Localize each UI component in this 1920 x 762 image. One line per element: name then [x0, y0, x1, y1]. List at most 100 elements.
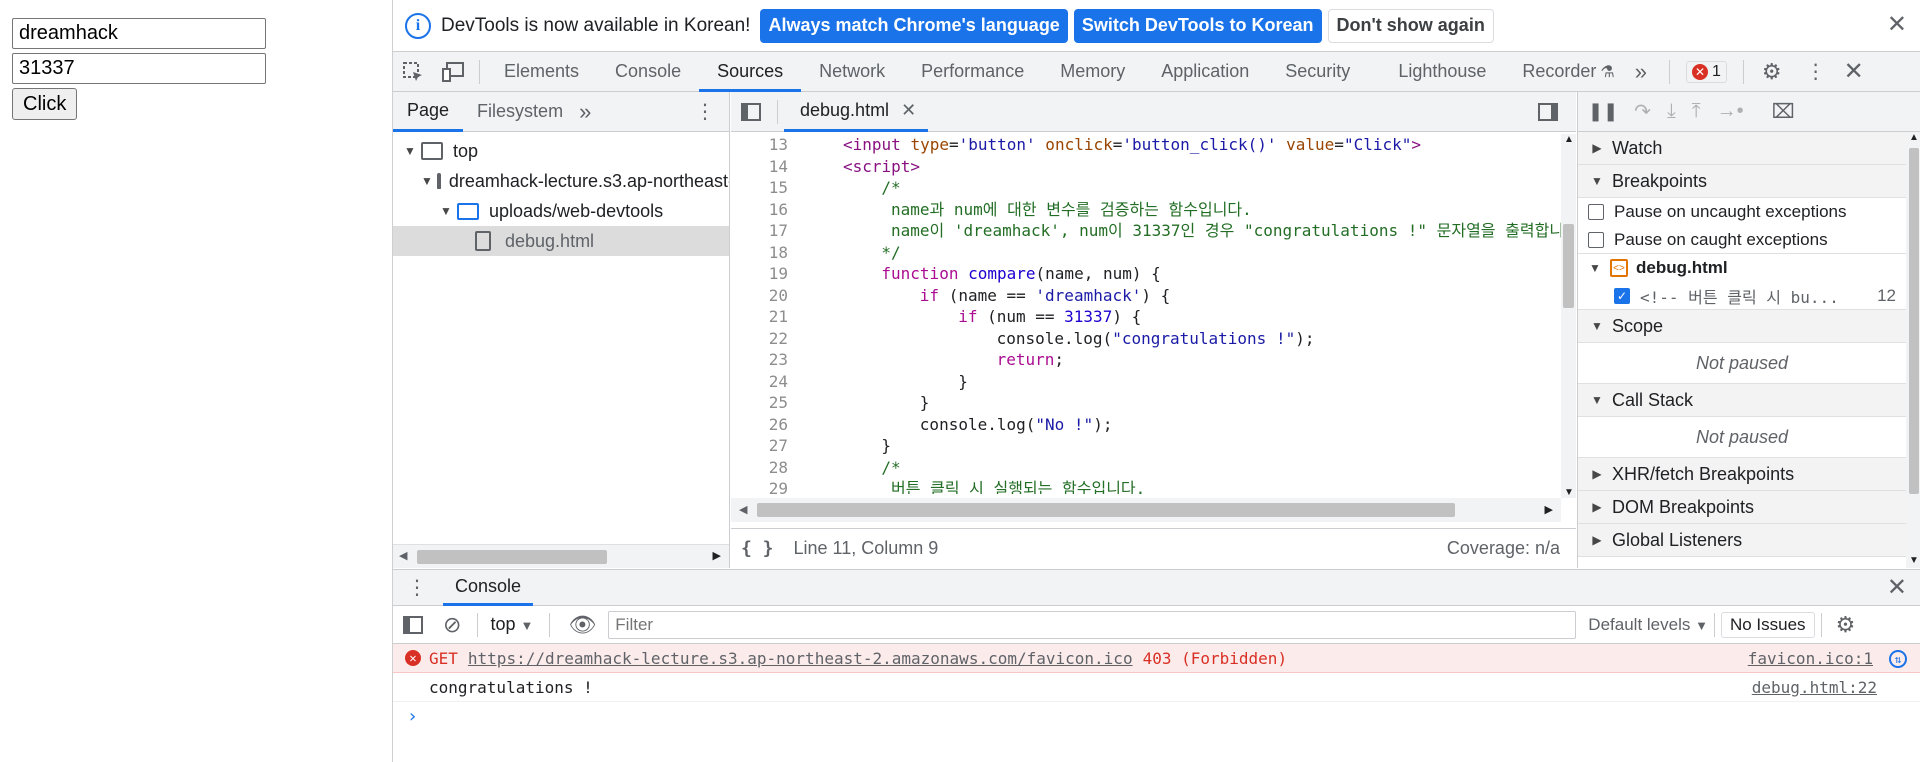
section-global-listeners[interactable]: ▶ Global Listeners [1578, 524, 1906, 557]
error-count-badge[interactable]: ✕ 1 [1686, 60, 1727, 83]
line-number[interactable]: 16 [731, 199, 788, 221]
line-number[interactable]: 19 [731, 263, 788, 285]
log-levels-dropdown[interactable]: Default levels ▼ [1588, 615, 1708, 635]
checkbox[interactable] [1588, 204, 1604, 220]
close-tab-icon[interactable]: ✕ [901, 100, 916, 121]
editor-v-scrollbar[interactable]: ▲ ▼ [1561, 134, 1576, 498]
breakpoint-item[interactable]: ✓ <!-- 버튼 클릭 시 bu... 12 [1578, 282, 1906, 310]
code-line[interactable]: function compare(name, num) { [843, 263, 1160, 285]
device-toolbar-icon[interactable] [433, 52, 473, 92]
step-over-icon[interactable]: ↷ [1634, 99, 1651, 124]
scroll-right-icon[interactable]: ▶ [713, 549, 721, 562]
deactivate-breakpoints-icon[interactable]: ⌧ [1772, 99, 1795, 124]
line-number[interactable]: 27 [731, 435, 788, 457]
infobar-close-icon[interactable]: ✕ [1887, 13, 1907, 37]
scrollbar-thumb[interactable] [1909, 148, 1919, 494]
console-settings-gear-icon[interactable]: ⚙ [1836, 612, 1856, 638]
scroll-up-icon[interactable]: ▲ [1564, 134, 1574, 145]
navigator-menu-icon[interactable]: ⋮ [695, 99, 715, 124]
drawer-menu-icon[interactable]: ⋮ [407, 575, 427, 600]
drawer-close-icon[interactable]: ✕ [1887, 575, 1907, 600]
scrollbar-thumb[interactable] [417, 550, 607, 564]
code-line[interactable]: console.log("No !"); [843, 414, 1113, 436]
code-line[interactable]: console.log("congratulations !"); [843, 328, 1315, 350]
code-line[interactable]: <input type='button' onclick='button_cli… [843, 134, 1421, 156]
click-button[interactable]: Click [12, 88, 78, 120]
section-watch[interactable]: ▶ Watch [1578, 132, 1906, 165]
section-dom-breakpoints[interactable]: ▶ DOM Breakpoints [1578, 491, 1906, 524]
switch-korean-button[interactable]: Switch DevTools to Korean [1073, 8, 1322, 43]
kebab-menu-icon[interactable]: ⋮ [1806, 59, 1826, 84]
toggle-debugger-icon[interactable] [1528, 92, 1568, 132]
more-nav-tabs-icon[interactable]: » [579, 99, 591, 125]
log-source-link[interactable]: debug.html:22 [1752, 678, 1877, 697]
tab-lighthouse[interactable]: Lighthouse [1368, 52, 1504, 92]
line-number[interactable]: 20 [731, 285, 788, 307]
section-scope[interactable]: ▼ Scope [1578, 310, 1906, 343]
console-prompt[interactable]: › [393, 702, 1920, 731]
tab-network[interactable]: Network [801, 52, 903, 92]
line-number[interactable]: 25 [731, 392, 788, 414]
line-number[interactable]: 28 [731, 457, 788, 479]
section-call-stack[interactable]: ▼ Call Stack [1578, 384, 1906, 417]
pretty-print-icon[interactable]: { } [741, 538, 774, 559]
step-into-icon[interactable]: ⤓ [1667, 100, 1676, 123]
console-filter-input[interactable] [608, 610, 1577, 639]
line-number[interactable]: 26 [731, 414, 788, 436]
editor-h-scrollbar[interactable]: ◀ ▶ [731, 498, 1561, 522]
name-input[interactable] [12, 18, 266, 49]
code-line[interactable]: /* [843, 177, 900, 199]
code-line[interactable]: <script> [843, 156, 920, 178]
scroll-left-icon[interactable]: ◀ [739, 503, 747, 516]
line-number[interactable]: 23 [731, 349, 788, 371]
tree-item-file[interactable]: debug.html [393, 226, 729, 256]
issues-button[interactable]: No Issues [1720, 611, 1815, 638]
line-number[interactable]: 15 [731, 177, 788, 199]
line-number[interactable]: 29 [731, 478, 788, 494]
code-line[interactable]: return; [843, 349, 1064, 371]
tab-security[interactable]: Security [1267, 52, 1368, 92]
code-line[interactable]: if (num == 31337) { [843, 306, 1141, 328]
breakpoint-file[interactable]: ▼ <> debug.html [1578, 254, 1906, 282]
scrollbar-thumb[interactable] [1563, 224, 1574, 308]
tab-console[interactable]: Console [597, 52, 699, 92]
editor-tab-debug-html[interactable]: debug.html ✕ [784, 92, 929, 132]
tab-performance[interactable]: Performance [903, 52, 1042, 92]
code-line[interactable]: } [843, 435, 891, 457]
pause-uncaught-option[interactable]: Pause on uncaught exceptions [1578, 198, 1906, 226]
line-number[interactable]: 18 [731, 242, 788, 264]
clear-console-icon[interactable]: ⊘ [443, 612, 461, 638]
pause-caught-option[interactable]: Pause on caught exceptions [1578, 226, 1906, 254]
tab-memory[interactable]: Memory [1042, 52, 1143, 92]
devtools-close-icon[interactable]: ✕ [1844, 59, 1864, 84]
code-line[interactable]: /* [843, 457, 900, 479]
code-line[interactable]: */ [843, 242, 900, 264]
scroll-right-icon[interactable]: ▶ [1545, 503, 1553, 516]
settings-gear-icon[interactable]: ⚙ [1762, 59, 1782, 85]
scroll-up-icon[interactable]: ▲ [1909, 132, 1919, 143]
line-number[interactable]: 17 [731, 220, 788, 242]
section-xhr-breakpoints[interactable]: ▶ XHR/fetch Breakpoints [1578, 458, 1906, 491]
nav-tab-filesystem[interactable]: Filesystem [463, 92, 577, 132]
section-breakpoints[interactable]: ▼ Breakpoints [1578, 165, 1906, 198]
pause-resume-icon[interactable]: ❚❚ [1588, 101, 1618, 122]
more-tabs-icon[interactable]: » [1635, 59, 1647, 85]
inspect-element-icon[interactable] [393, 52, 433, 92]
line-number[interactable]: 14 [731, 156, 788, 178]
console-sidebar-icon[interactable] [393, 605, 433, 645]
line-number[interactable]: 21 [731, 306, 788, 328]
live-expression-eye-icon[interactable]: 👁 [568, 612, 596, 638]
code-line[interactable]: } [843, 392, 930, 414]
checkbox[interactable] [1588, 231, 1604, 248]
tab-recorder[interactable]: Recorder [1504, 52, 1600, 92]
debugger-v-scrollbar[interactable]: ▲ ▼ [1906, 132, 1920, 568]
breakpoint-checkbox[interactable]: ✓ [1614, 287, 1630, 304]
num-input[interactable] [12, 53, 266, 84]
code-line[interactable]: name과 num에 대한 변수를 검증하는 함수입니다. [843, 199, 1252, 221]
network-request-icon[interactable]: ⇅ [1889, 650, 1907, 668]
code-line[interactable]: 버튼 클릭 시 실행되는 함수입니다. [843, 478, 1145, 494]
step-out-icon[interactable]: ⤒ [1692, 100, 1701, 123]
code-view[interactable]: 13 <input type='button' onclick='button_c… [731, 134, 1561, 494]
context-select[interactable]: top ▼ [490, 614, 533, 635]
tab-application[interactable]: Application [1143, 52, 1267, 92]
